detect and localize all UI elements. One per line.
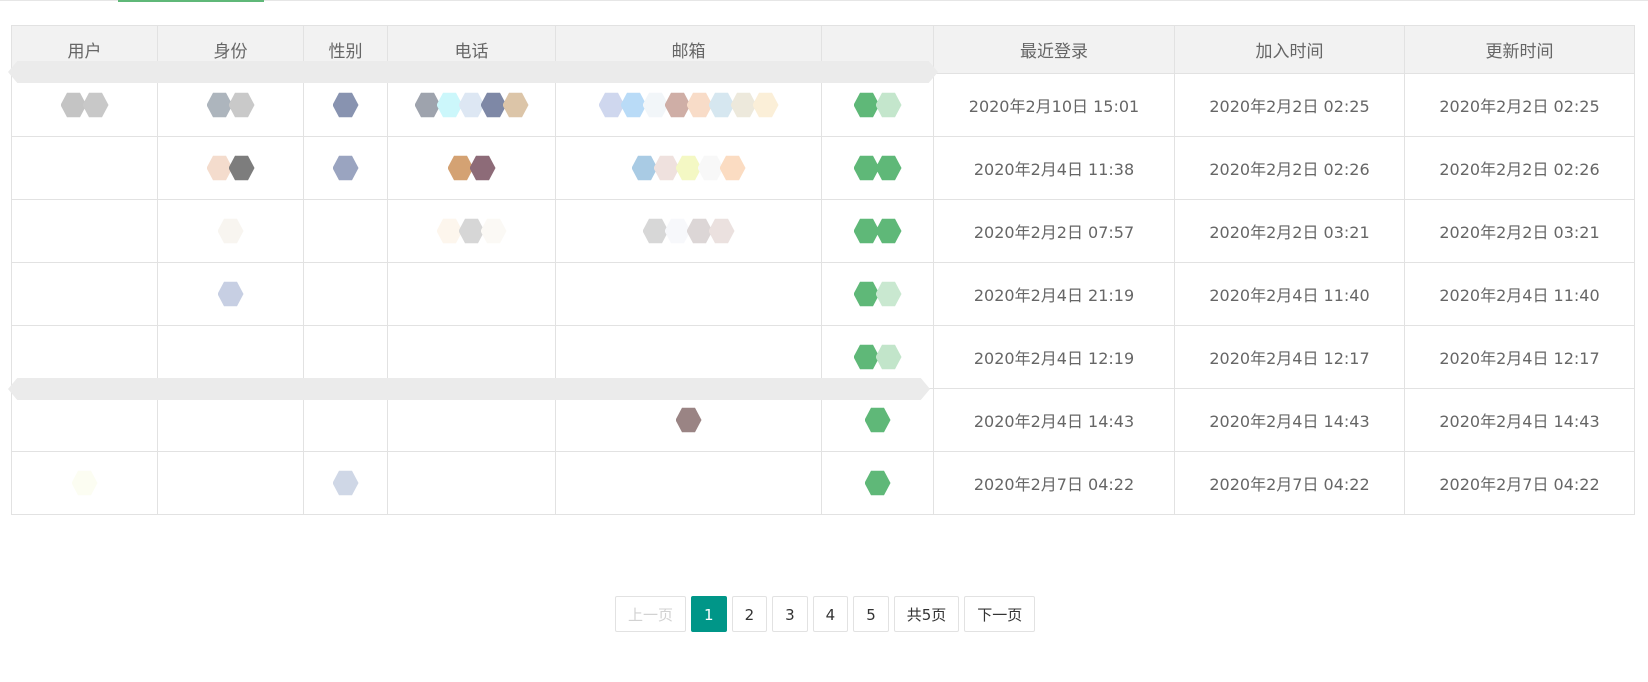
redacted-role-cell xyxy=(157,199,304,263)
redacted-phone-cell xyxy=(387,262,556,326)
mosaic-hexagon xyxy=(708,218,735,244)
joined-cell: 2020年2月4日 14:43 xyxy=(1174,388,1405,452)
mosaic-hexagon xyxy=(675,407,702,433)
mosaic-hexagon xyxy=(71,470,98,496)
mosaic-hexagon xyxy=(719,155,746,181)
redacted-email-cell xyxy=(555,262,822,326)
updated-cell: 2020年2月2日 02:25 xyxy=(1404,73,1635,137)
last-login-cell: 2020年2月4日 21:19 xyxy=(933,262,1175,326)
redacted-email-cell xyxy=(555,451,822,515)
updated-cell: 2020年2月2日 03:21 xyxy=(1404,199,1635,263)
mosaic-hexagon xyxy=(82,92,109,118)
page-button-2[interactable]: 2 xyxy=(731,596,768,632)
redacted-gender-cell xyxy=(303,262,388,326)
total-pages-label: 共5页 xyxy=(893,596,960,632)
col-header-joined[interactable]: 加入时间 xyxy=(1174,25,1405,74)
redacted-gender-cell xyxy=(303,451,388,515)
mosaic-hexagon xyxy=(875,92,902,118)
table-row[interactable]: 2020年2月4日 11:38 2020年2月2日 02:26 2020年2月2日 … xyxy=(11,136,1635,200)
redacted-mosaic-band xyxy=(8,61,938,83)
redacted-email-cell xyxy=(555,199,822,263)
redacted-status-cell xyxy=(821,451,934,515)
mosaic-hexagon xyxy=(217,218,244,244)
redacted-role-cell xyxy=(157,136,304,200)
pagination: 上一页 1 2 3 4 5 共5页 下一页 xyxy=(615,596,1036,632)
mosaic-hexagon xyxy=(332,92,359,118)
joined-cell: 2020年2月2日 02:26 xyxy=(1174,136,1405,200)
mosaic-hexagon xyxy=(228,92,255,118)
redacted-gender-cell xyxy=(303,136,388,200)
last-login-cell: 2020年2月4日 12:19 xyxy=(933,325,1175,389)
joined-cell: 2020年2月2日 02:25 xyxy=(1174,73,1405,137)
last-login-cell: 2020年2月7日 04:22 xyxy=(933,451,1175,515)
table-row[interactable]: 2020年2月2日 07:57 2020年2月2日 03:21 2020年2月2日 … xyxy=(11,199,1635,263)
next-page-button[interactable]: 下一页 xyxy=(964,596,1036,632)
mosaic-hexagon xyxy=(217,281,244,307)
mosaic-hexagon xyxy=(875,155,902,181)
redacted-phone-cell xyxy=(387,451,556,515)
mosaic-hexagon xyxy=(864,407,891,433)
mosaic-hexagon xyxy=(752,92,779,118)
redacted-status-cell xyxy=(821,199,934,263)
page-button-3[interactable]: 3 xyxy=(772,596,808,632)
user-table: 用户 身份 性别 电话 邮箱 最近登录 加入时间 更新时间 2020年2月10日… xyxy=(11,25,1635,515)
redacted-role-cell xyxy=(157,451,304,515)
joined-cell: 2020年2月4日 12:17 xyxy=(1174,325,1405,389)
redacted-user-cell xyxy=(11,262,158,326)
last-login-cell: 2020年2月10日 15:01 xyxy=(933,73,1175,137)
mosaic-hexagon xyxy=(875,218,902,244)
mosaic-hexagon xyxy=(875,281,902,307)
mosaic-hexagon xyxy=(502,92,529,118)
redacted-status-cell xyxy=(821,136,934,200)
mosaic-hexagon xyxy=(864,470,891,496)
mosaic-hexagon xyxy=(469,155,496,181)
last-login-cell: 2020年2月4日 11:38 xyxy=(933,136,1175,200)
last-login-cell: 2020年2月2日 07:57 xyxy=(933,199,1175,263)
redacted-user-cell xyxy=(11,136,158,200)
redacted-phone-cell xyxy=(387,136,556,200)
redacted-phone-cell xyxy=(387,199,556,263)
updated-cell: 2020年2月4日 12:17 xyxy=(1404,325,1635,389)
updated-cell: 2020年2月2日 02:26 xyxy=(1404,136,1635,200)
prev-page-button[interactable]: 上一页 xyxy=(615,596,687,632)
col-header-last-login[interactable]: 最近登录 xyxy=(933,25,1175,74)
joined-cell: 2020年2月2日 03:21 xyxy=(1174,199,1405,263)
updated-cell: 2020年2月4日 11:40 xyxy=(1404,262,1635,326)
page-button-5[interactable]: 5 xyxy=(853,596,889,632)
col-header-updated[interactable]: 更新时间 xyxy=(1404,25,1635,74)
joined-cell: 2020年2月7日 04:22 xyxy=(1174,451,1405,515)
redacted-email-cell xyxy=(555,136,822,200)
last-login-cell: 2020年2月4日 14:43 xyxy=(933,388,1175,452)
redacted-mosaic-band xyxy=(8,378,930,400)
mosaic-hexagon xyxy=(480,218,507,244)
redacted-user-cell xyxy=(11,199,158,263)
mosaic-hexagon xyxy=(875,344,902,370)
mosaic-hexagon xyxy=(332,155,359,181)
redacted-role-cell xyxy=(157,262,304,326)
redacted-user-cell xyxy=(11,451,158,515)
updated-cell: 2020年2月4日 14:43 xyxy=(1404,388,1635,452)
page-button-1[interactable]: 1 xyxy=(691,596,727,632)
redacted-status-cell xyxy=(821,262,934,326)
active-tab-indicator xyxy=(118,0,264,2)
table-row[interactable]: 2020年2月7日 04:22 2020年2月7日 04:22 2020年2月7日 … xyxy=(11,451,1635,515)
redacted-gender-cell xyxy=(303,199,388,263)
page-button-4[interactable]: 4 xyxy=(812,596,849,632)
mosaic-hexagon xyxy=(332,470,359,496)
table-row[interactable]: 2020年2月4日 21:19 2020年2月4日 11:40 2020年2月4日 … xyxy=(11,262,1635,326)
updated-cell: 2020年2月7日 04:22 xyxy=(1404,451,1635,515)
joined-cell: 2020年2月4日 11:40 xyxy=(1174,262,1405,326)
mosaic-hexagon xyxy=(228,155,255,181)
